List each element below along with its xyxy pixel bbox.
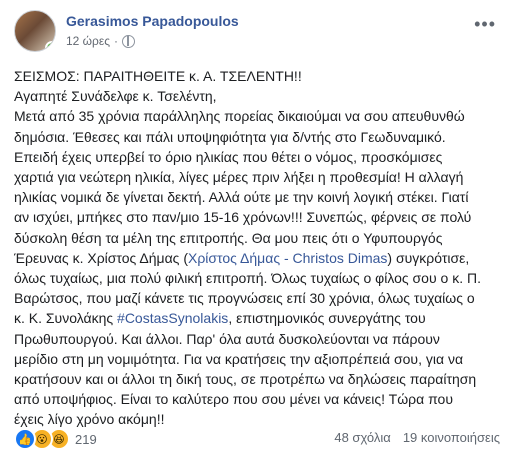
post-line: από υποψήφιος. Είναι το καλύτερο που σου… — [14, 391, 453, 408]
post-line: Αγαπητέ Συνάδελφε κ. Τσελέντη, — [14, 88, 217, 105]
post-meta: 12 ώρες · — [66, 34, 136, 48]
post-line: Βαρώτσος, που μαζί κάνετε τις προγνώσεις… — [14, 290, 475, 307]
shares-count-link[interactable]: 19 κοινοποιήσεις — [403, 430, 500, 445]
post-line: Έρευνας κ. Χρίστος Δήμας (Χρίστος Δήμας … — [14, 249, 470, 266]
globe-icon — [122, 34, 136, 48]
post-text: ΣΕΙΣΜΟΣ: ΠΑΡΑΙΤΗΘΕΙΤΕ κ. Α. ΤΣΕΛΕΝΤΗ!! Α… — [14, 66, 504, 430]
post-line: Μετά από 35 χρόνια παράλληλης πορείας δι… — [14, 108, 465, 125]
author-avatar[interactable] — [14, 10, 56, 52]
reaction-count: 219 — [75, 431, 97, 447]
post-line: αν ισχύει, μπήκες στο παν/μιο 15-16 χρόν… — [14, 209, 472, 226]
online-status-icon — [45, 41, 55, 51]
post-line: ΣΕΙΣΜΟΣ: ΠΑΡΑΙΤΗΘΕΙΤΕ κ. Α. ΤΣΕΛΕΝΤΗ!! — [14, 68, 302, 84]
reactions-summary[interactable]: 👍 😮 😆 219 — [14, 428, 97, 450]
like-icon: 👍 — [14, 428, 36, 450]
post-footer: 👍 😮 😆 219 48 σχόλια 19 κοινοποιήσεις — [14, 428, 504, 450]
post-header: Gerasimos Papadopoulos 12 ώρες · ••• — [14, 10, 504, 54]
mention-link[interactable]: Χρίστος Δήμας - Christos Dimas — [188, 250, 387, 266]
post-timestamp[interactable]: 12 ώρες — [66, 34, 110, 48]
post-line: Πρωθυπουργού. Και άλλοι. Παρ' όλα αυτά δ… — [14, 330, 440, 347]
author-name[interactable]: Gerasimos Papadopoulos — [66, 13, 239, 29]
more-options-icon[interactable]: ••• — [474, 14, 496, 35]
post-line: κ. Κ. Συνολάκης #CostasSynolakis, επιστη… — [14, 310, 426, 327]
post-line: έχεις λίγο χρόνο ακόμη!! — [14, 411, 165, 428]
post-line: χαρτιά για νεώτερη ηλικία, λίγες μέρες π… — [14, 169, 464, 186]
post-line: κρατήσουν και οι άλλοι τη δική τους, σε … — [14, 371, 477, 388]
comments-count-link[interactable]: 48 σχόλια — [334, 430, 390, 445]
hashtag-link[interactable]: #CostasSynolakis — [117, 310, 228, 326]
post-line: μερίδιο στη μη νομιμότητα. Για να κρατήσ… — [14, 350, 464, 367]
post-line: δημόσια. Έθεσες και πάλι υποψηφιότητα γι… — [14, 128, 446, 145]
post-line: Επειδή έχεις υπερβεί το όριο ηλικίας που… — [14, 148, 443, 165]
post-line: ηλικίας νομικά δε γίνεται δεκτή. Αλλά ού… — [14, 189, 469, 206]
post-line: όλως τυχαίως, μια πολύ φιλική επιτροπή. … — [14, 270, 481, 287]
post-line: δύσκολη θέση τα μέλη της επιτροπής. Θα μ… — [14, 229, 443, 246]
